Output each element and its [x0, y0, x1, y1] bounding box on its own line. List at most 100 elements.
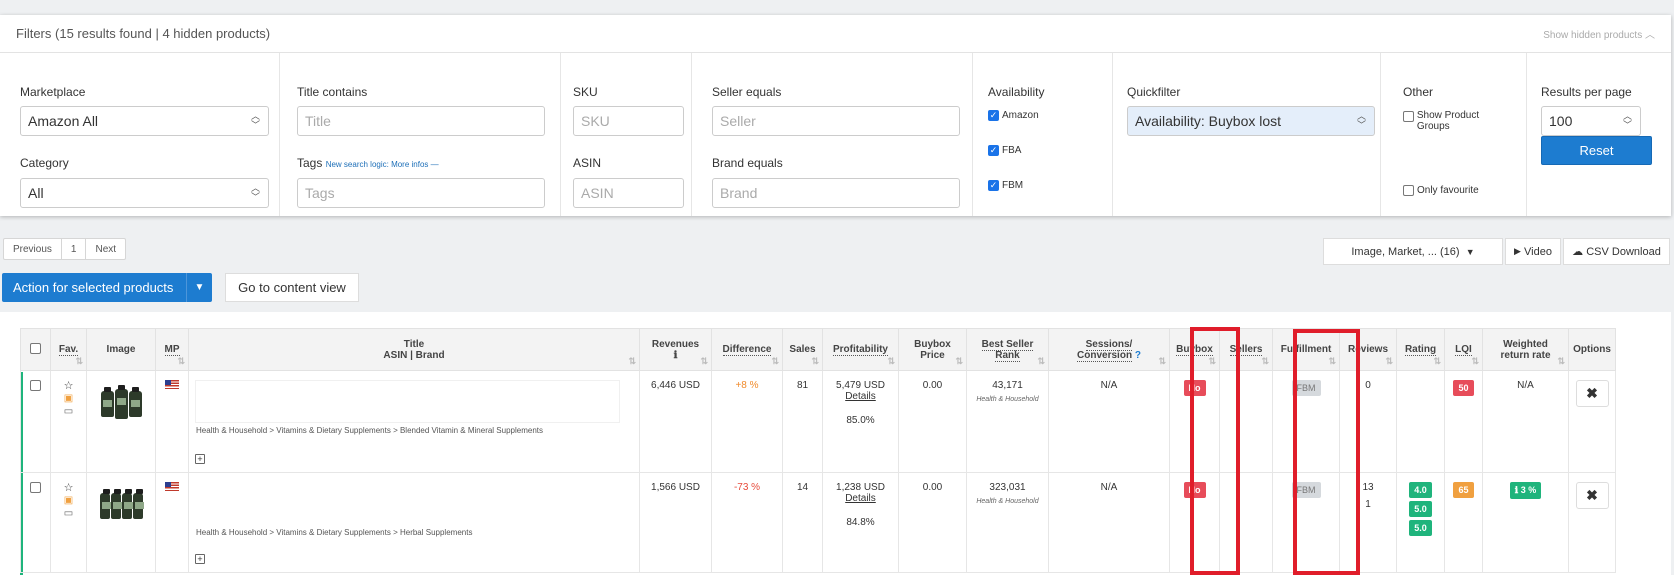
star-icon[interactable]: ☆ — [64, 380, 74, 392]
sku-input[interactable]: SKU — [573, 106, 684, 136]
marketplace-label: Marketplace — [20, 85, 86, 99]
profit-percent: 85.0% — [846, 415, 875, 426]
calendar-icon[interactable]: ▣ — [64, 393, 73, 405]
expand-icon[interactable]: + — [195, 454, 205, 464]
sort-icon: ⇅ — [887, 356, 895, 366]
sort-icon: ⇅ — [1158, 356, 1166, 366]
revenues-cell: 1,566 USD — [639, 472, 712, 573]
buybox-price-cell: 0.00 — [898, 472, 967, 573]
reset-button[interactable]: Reset — [1541, 136, 1652, 165]
tags-input[interactable]: Tags — [297, 178, 545, 208]
category-label: Category — [20, 156, 69, 170]
comment-icon[interactable]: ▭ — [64, 406, 73, 418]
availability-fbm-checkbox[interactable]: ✓ FBM — [988, 180, 1023, 191]
col-revenues[interactable]: Revenues ℹ ⇅ — [639, 328, 712, 371]
col-best-seller-rank[interactable]: Best Seller Rank ⇅ — [966, 328, 1049, 371]
cloud-download-icon: ☁ — [1572, 246, 1584, 258]
col-fav[interactable]: Fav. ⇅ — [50, 328, 87, 371]
product-image[interactable] — [97, 380, 145, 428]
bsr-category: Health & Household — [976, 498, 1039, 505]
title-contains-label: Title contains — [297, 85, 368, 99]
action-for-selected-button[interactable]: Action for selected products ▼ — [2, 273, 212, 302]
remove-button[interactable]: ✖ — [1575, 380, 1609, 407]
col-sessions-conversion[interactable]: Sessions/Conversion ? ⇅ — [1048, 328, 1170, 371]
help-icon: ? — [1134, 349, 1141, 361]
row-checkbox[interactable] — [30, 380, 41, 391]
sessions-cell: N/A — [1048, 370, 1170, 473]
show-product-groups-checkbox[interactable]: Show Product Groups — [1403, 110, 1513, 132]
sort-icon: ⇅ — [1261, 356, 1269, 366]
remove-button[interactable]: ✖ — [1575, 482, 1609, 509]
video-button[interactable]: ▶ Video — [1505, 238, 1561, 265]
quickfilter-select[interactable]: Availability: Buybox lost ︿ ﹀ — [1127, 106, 1375, 136]
info-icon: ℹ — [1514, 485, 1519, 495]
availability-amazon-checkbox[interactable]: ✓ Amazon — [988, 110, 1039, 121]
next-page-button[interactable]: Next — [86, 239, 125, 259]
filters-title: Filters — [16, 26, 52, 41]
filters-summary: (15 results found | 4 hidden products) — [55, 26, 271, 41]
bsr-value: 323,031 — [989, 482, 1026, 493]
col-title[interactable]: Title ASIN | Brand ⇅ — [188, 328, 640, 371]
calendar-icon[interactable]: ▣ — [64, 495, 73, 507]
col-rating[interactable]: Rating ⇅ — [1396, 328, 1445, 371]
col-lqi[interactable]: LQI ⇅ — [1444, 328, 1483, 371]
brand-label: Brand equals — [712, 156, 783, 170]
rating-cell — [1396, 370, 1445, 473]
title-input[interactable]: Title — [297, 106, 545, 136]
sort-icon: ⇅ — [75, 356, 83, 366]
tags-hint-link[interactable]: New search logic: More infos — — [326, 160, 439, 169]
comment-icon[interactable]: ▭ — [64, 508, 73, 520]
us-flag-icon — [165, 380, 179, 389]
col-return-rate[interactable]: Weighted return rate ⇅ — [1482, 328, 1569, 371]
page-1-button[interactable]: 1 — [62, 239, 87, 259]
category-select[interactable]: All ︿ ﹀ — [20, 178, 269, 208]
filter-col-sku: SKU SKU ASIN ASIN — [561, 53, 692, 216]
marketplace-select[interactable]: Amazon All ︿ ﹀ — [20, 106, 269, 136]
star-icon[interactable]: ☆ — [64, 482, 74, 494]
category-path: Health & Household > Vitamins & Dietary … — [196, 528, 473, 537]
csv-download-button[interactable]: ☁ CSV Download — [1563, 238, 1670, 265]
filter-col-seller: Seller equals Seller Brand equals Brand — [692, 53, 973, 216]
return-rate-badge: ℹ 3 % — [1509, 482, 1542, 499]
bsr-value: 43,171 — [992, 380, 1023, 391]
col-sales[interactable]: Sales ⇅ — [782, 328, 823, 371]
category-path: Health & Household > Vitamins & Dietary … — [196, 426, 544, 435]
col-options: Options — [1568, 328, 1616, 371]
show-hidden-products-link[interactable]: Show hidden products ︿ — [1543, 26, 1655, 41]
row-checkbox[interactable] — [30, 482, 41, 493]
expand-icon[interactable]: + — [195, 554, 205, 564]
filters-panel: Filters (15 results found | 4 hidden pro… — [0, 15, 1671, 216]
table-row: ☆ ▣ ▭ Health & Household > Vitamins & Diet… — [20, 370, 1616, 473]
play-icon: ▶ — [1514, 246, 1521, 256]
seller-input[interactable]: Seller — [712, 106, 960, 136]
col-buybox-price[interactable]: Buybox Price ⇅ — [898, 328, 967, 371]
availability-fba-checkbox[interactable]: ✓ FBA — [988, 145, 1021, 156]
details-link[interactable]: Details — [824, 493, 897, 504]
col-mp[interactable]: MP ⇅ — [155, 328, 189, 371]
col-difference[interactable]: Difference ⇅ — [711, 328, 783, 371]
select-arrows-icon: ︿ ﹀ — [1622, 111, 1632, 130]
sales-cell: 81 — [782, 370, 823, 473]
previous-page-button[interactable]: Previous — [4, 239, 62, 259]
select-all-checkbox[interactable] — [30, 342, 41, 354]
chevron-up-icon: ︿ — [1645, 30, 1655, 41]
details-link[interactable]: Details — [824, 391, 897, 402]
content-view-button[interactable]: Go to content view — [225, 273, 359, 302]
select-arrows-icon: ︿ ﹀ — [250, 183, 260, 202]
sort-icon: ⇅ — [955, 356, 963, 366]
quickfilter-label: Quickfilter — [1127, 85, 1181, 99]
col-profitability[interactable]: Profitability ⇅ — [822, 328, 899, 371]
profit-percent: 84.8% — [846, 517, 875, 528]
caret-down-icon: ▼ — [186, 273, 212, 302]
asin-input[interactable]: ASIN — [573, 178, 684, 208]
filter-col-title: Title contains Title Tags New search log… — [280, 53, 561, 216]
brand-input[interactable]: Brand — [712, 178, 960, 208]
product-image[interactable] — [97, 482, 145, 530]
sort-icon: ⇅ — [1433, 356, 1441, 366]
results-per-page-select[interactable]: 100 ︿ ﹀ — [1541, 106, 1641, 136]
column-selector-dropdown[interactable]: Image, Market, ... (16) ▼ — [1323, 238, 1503, 265]
buybox-price-cell: 0.00 — [898, 370, 967, 473]
buybox-highlight-box — [1190, 327, 1240, 575]
only-favourite-checkbox[interactable]: Only favourite — [1403, 185, 1479, 196]
lqi-badge: 50 — [1453, 380, 1474, 396]
